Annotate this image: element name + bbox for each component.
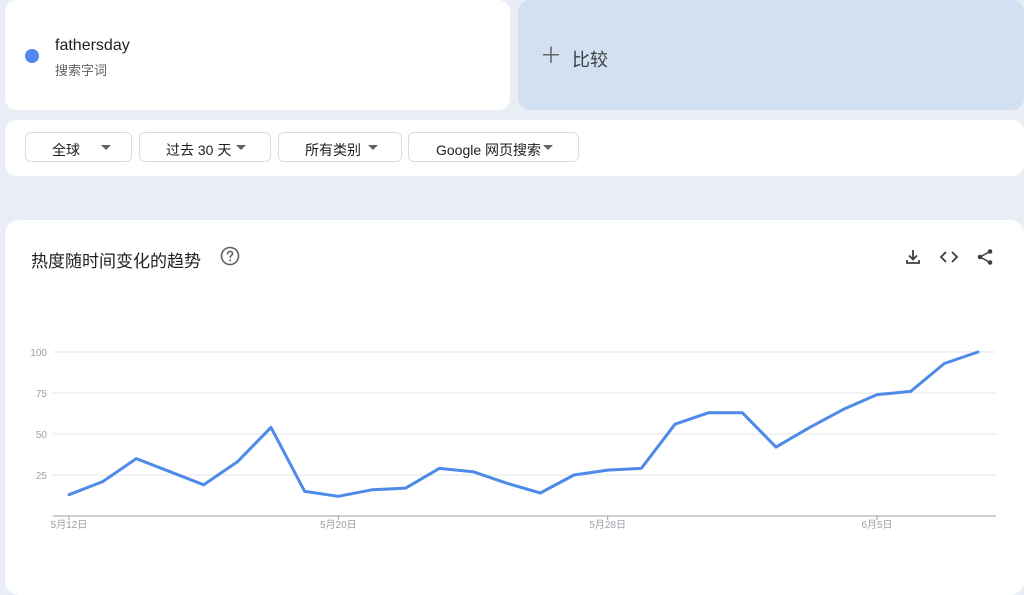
data-point[interactable] [536,489,544,497]
data-point[interactable] [334,492,342,500]
x-tick-label: 6月5日 [861,519,892,531]
data-point[interactable] [233,458,241,466]
y-tick-label: 50 [36,430,48,441]
data-point[interactable] [503,479,511,487]
data-point[interactable] [637,464,645,472]
x-tick-label: 5月28日 [589,519,626,531]
data-point[interactable] [671,420,679,428]
data-point[interactable] [738,409,746,417]
data-point[interactable] [200,481,208,489]
data-point[interactable] [604,466,612,474]
data-point[interactable] [974,348,982,356]
data-point[interactable] [469,468,477,476]
x-tick-label: 5月20日 [320,519,357,531]
data-point[interactable] [907,387,915,395]
y-tick-label: 25 [36,471,48,482]
x-tick-label: 5月12日 [51,519,88,531]
data-point[interactable] [166,468,174,476]
data-point[interactable] [99,478,107,486]
data-point[interactable] [132,455,140,463]
data-point[interactable] [570,471,578,479]
y-tick-label: 75 [36,389,48,400]
data-point[interactable] [368,486,376,494]
data-point[interactable] [402,484,410,492]
y-tick-label: 100 [30,348,47,359]
interest-chart: 25 50 75 100 5月12日 5月20日 5月28日 6月5日 [30,348,996,531]
data-point[interactable] [772,443,780,451]
data-point[interactable] [806,423,814,431]
data-point[interactable] [435,464,443,472]
data-point[interactable] [705,409,713,417]
data-point[interactable] [267,423,275,431]
data-point[interactable] [940,359,948,367]
data-point[interactable] [873,391,881,399]
data-point[interactable] [65,491,73,499]
data-point[interactable] [301,487,309,495]
data-point[interactable] [839,405,847,413]
